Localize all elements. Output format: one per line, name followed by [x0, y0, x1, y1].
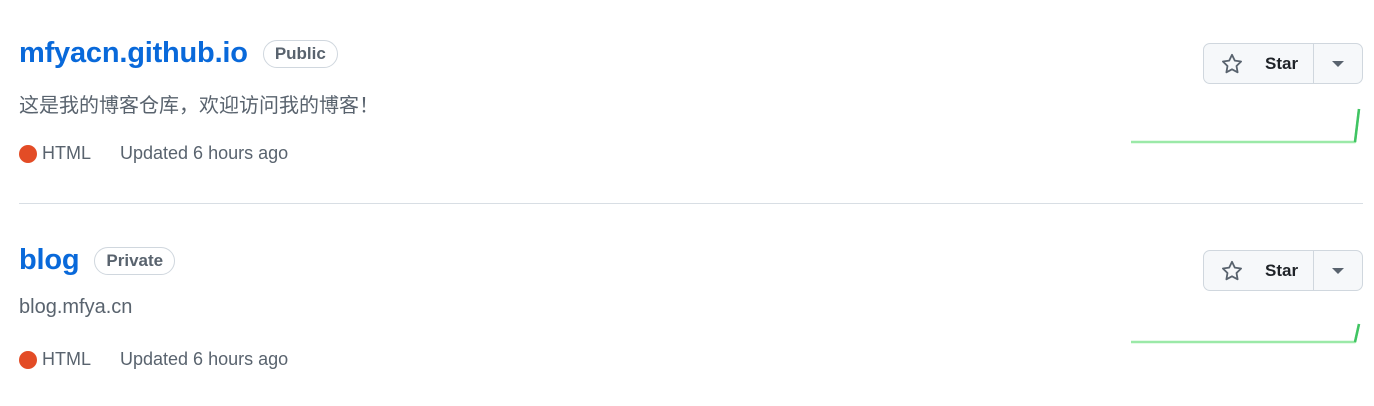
repo-item: blog Private blog.mfya.cn HTML Updated 6…	[0, 204, 1374, 406]
star-label: Star	[1265, 260, 1299, 280]
star-label: Star	[1265, 53, 1299, 73]
star-button-group: Star	[1203, 43, 1363, 84]
repo-updated: Updated 6 hours ago	[120, 143, 289, 163]
visibility-badge: Public	[262, 39, 338, 68]
star-list-dropdown-button[interactable]	[1314, 44, 1362, 83]
triangle-down-icon	[1332, 267, 1344, 274]
repo-updated: Updated 6 hours ago	[120, 349, 289, 369]
sparkline-line	[1131, 108, 1361, 144]
language-color-dot	[19, 144, 37, 163]
star-list-dropdown-button[interactable]	[1314, 251, 1362, 290]
triangle-down-icon	[1332, 60, 1344, 67]
visibility-badge: Private	[94, 246, 176, 275]
repo-meta: HTML Updated 6 hours ago	[19, 349, 288, 370]
star-button-group: Star	[1203, 250, 1363, 291]
repo-language: HTML	[42, 143, 91, 163]
sparkline-line	[1131, 323, 1361, 344]
repo-name-link[interactable]: blog	[19, 244, 80, 277]
repo-meta: HTML Updated 6 hours ago	[19, 143, 288, 164]
star-button[interactable]: Star	[1204, 251, 1314, 290]
repo-language: HTML	[42, 349, 91, 369]
sparkline-end	[1353, 323, 1361, 343]
language-color-dot	[19, 350, 37, 369]
star-icon	[1222, 260, 1242, 280]
repo-item: mfyacn.github.io Public 这是我的博客仓库，欢迎访问我的博…	[0, 0, 1374, 204]
star-icon	[1222, 53, 1242, 73]
activity-sparkline	[1131, 108, 1361, 144]
repo-description: 这是我的博客仓库，欢迎访问我的博客！	[19, 95, 379, 117]
activity-sparkline	[1131, 323, 1361, 344]
repo-title-row: blog Private	[19, 244, 176, 277]
repo-name-link[interactable]: mfyacn.github.io	[19, 37, 248, 70]
repo-list: mfyacn.github.io Public 这是我的博客仓库，欢迎访问我的博…	[0, 0, 1374, 406]
sparkline-end	[1353, 108, 1361, 143]
repo-title-row: mfyacn.github.io Public	[19, 37, 338, 70]
star-button[interactable]: Star	[1204, 44, 1314, 83]
repo-description: blog.mfya.cn	[19, 296, 133, 318]
